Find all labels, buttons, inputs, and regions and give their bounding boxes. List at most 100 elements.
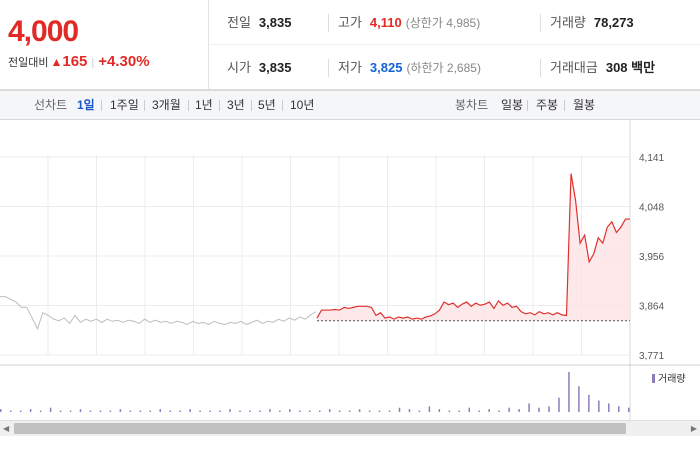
volume-bar	[69, 410, 72, 412]
y-tick-label: 3,956	[639, 252, 664, 263]
trade-value-amount: 308 백만	[605, 60, 656, 75]
volume-bar	[368, 410, 371, 412]
volume-bar	[618, 406, 620, 412]
volume-bar	[99, 410, 102, 412]
volume-bar	[418, 410, 421, 412]
tab-1-year[interactable]: 1년	[195, 91, 213, 119]
price-summary: 4,000 전일대비 ▲165 | +4.30%	[0, 0, 209, 90]
volume-bar	[388, 410, 391, 412]
intraday-chart[interactable]: 4,141 4,048 3,956 3,864 3,771 거래량	[0, 120, 700, 430]
change-row: 전일대비 ▲165 | +4.30%	[8, 53, 150, 70]
volume-bar	[39, 410, 42, 412]
tab-monthly-candle[interactable]: 월봉	[573, 91, 595, 119]
volume-bar	[328, 409, 331, 412]
high-price: 고가 4,110 (상한가 4,985)	[328, 14, 480, 32]
volume-bar	[568, 372, 570, 412]
open-price: 시가 3,835	[227, 59, 291, 77]
tab-10-years[interactable]: 10년	[290, 91, 314, 119]
open-label: 시가	[227, 60, 251, 75]
volume-legend-label: 거래량	[658, 373, 686, 385]
volume-bar	[0, 409, 2, 412]
scroll-left-icon[interactable]: ◀	[3, 424, 9, 433]
volume-bar	[498, 410, 500, 412]
volume-bar	[269, 409, 271, 412]
tab-divider	[282, 100, 283, 111]
prev-close: 전일 3,835	[227, 14, 291, 32]
volume-bar	[199, 410, 201, 412]
volume-bar	[279, 410, 281, 412]
volume-bar	[249, 410, 251, 412]
info-row: 시가 3,835 저가 3,825 (하한가 2,685) 거래대금 308 백만	[210, 45, 700, 90]
tab-3-years[interactable]: 3년	[227, 91, 245, 119]
volume-bar	[129, 410, 132, 412]
volume-bar	[159, 409, 161, 412]
volume-bar	[109, 410, 112, 412]
tab-divider	[219, 100, 220, 111]
scroll-thumb[interactable]	[14, 423, 626, 434]
volume-bar	[9, 410, 12, 412]
quote-header: 4,000 전일대비 ▲165 | +4.30% 전일 3,835 고가 4,110 (상한…	[0, 0, 700, 90]
volume-bar	[169, 410, 171, 412]
y-tick-label: 3,771	[639, 351, 664, 362]
volume-bar	[538, 407, 540, 412]
chart-scrollbar[interactable]: ◀ ▶	[0, 420, 700, 436]
tab-weekly-candle[interactable]: 주봉	[536, 91, 558, 119]
volume-bar	[518, 409, 520, 412]
price-info-grid: 전일 3,835 고가 4,110 (상한가 4,985) 거래량 78,273 시가 3…	[210, 0, 700, 90]
open-value: 3,835	[258, 60, 292, 75]
change-label: 전일대비	[8, 57, 49, 69]
low-label: 저가	[338, 60, 362, 75]
volume-bar	[299, 410, 301, 412]
tab-divider	[564, 100, 565, 111]
prev-close-label: 전일	[227, 15, 251, 30]
divider: |	[91, 57, 95, 69]
volume-bar	[408, 409, 411, 412]
today-area	[317, 173, 630, 321]
current-price: 4,000	[8, 15, 79, 48]
volume-bar	[239, 410, 241, 412]
low-value: 3,825	[369, 60, 403, 75]
volume-bar	[448, 410, 451, 412]
volume-bar	[189, 409, 191, 412]
volume-bar	[179, 410, 181, 412]
volume-bar	[628, 407, 630, 412]
volume-bar	[229, 409, 231, 412]
line-chart-title: 선차트	[34, 98, 68, 112]
tab-3-months[interactable]: 3개월	[152, 91, 181, 119]
tab-divider	[527, 100, 528, 111]
volume-bar	[548, 406, 550, 412]
volume-bar	[558, 397, 560, 412]
tab-1-day[interactable]: 1일	[77, 91, 95, 119]
volume-bar	[458, 410, 461, 412]
tab-divider	[251, 100, 252, 111]
volume-bar	[358, 409, 361, 412]
volume-bar	[259, 410, 261, 412]
chart-period-tabs: 선차트 1일 1주일 3개월 1년 3년 5년 10년 봉차트 일봉 주봉 월봉	[0, 90, 700, 120]
high-value: 4,110	[369, 15, 402, 30]
y-tick-label: 3,864	[639, 302, 664, 313]
tab-divider	[101, 100, 102, 111]
previous-day-line	[0, 296, 317, 331]
lower-limit: (하한가 2,685)	[406, 61, 481, 75]
trade-value: 거래대금 308 백만	[540, 59, 655, 77]
tab-1-week[interactable]: 1주일	[110, 91, 139, 119]
change-amount: 165	[62, 53, 88, 70]
tab-divider	[188, 100, 189, 111]
tab-daily-candle[interactable]: 일봉	[501, 91, 523, 119]
volume-bar	[468, 407, 471, 412]
volume-bar	[59, 410, 62, 412]
volume-bar	[19, 410, 22, 412]
volume-bar	[348, 410, 351, 412]
price-chart-svg[interactable]: 4,141 4,048 3,956 3,864 3,771 거래량	[0, 120, 700, 420]
volume-bar	[438, 409, 441, 412]
info-row: 전일 3,835 고가 4,110 (상한가 4,985) 거래량 78,273	[210, 0, 700, 45]
volume-bar	[149, 410, 152, 412]
scroll-right-icon[interactable]: ▶	[691, 424, 697, 433]
volume-legend-swatch	[652, 374, 655, 383]
up-arrow-icon: ▲	[50, 55, 63, 69]
volume-bar	[209, 410, 211, 412]
volume-bar	[79, 409, 82, 412]
trade-value-label: 거래대금	[550, 60, 598, 75]
volume-bar	[29, 409, 32, 412]
tab-5-years[interactable]: 5년	[258, 91, 276, 119]
